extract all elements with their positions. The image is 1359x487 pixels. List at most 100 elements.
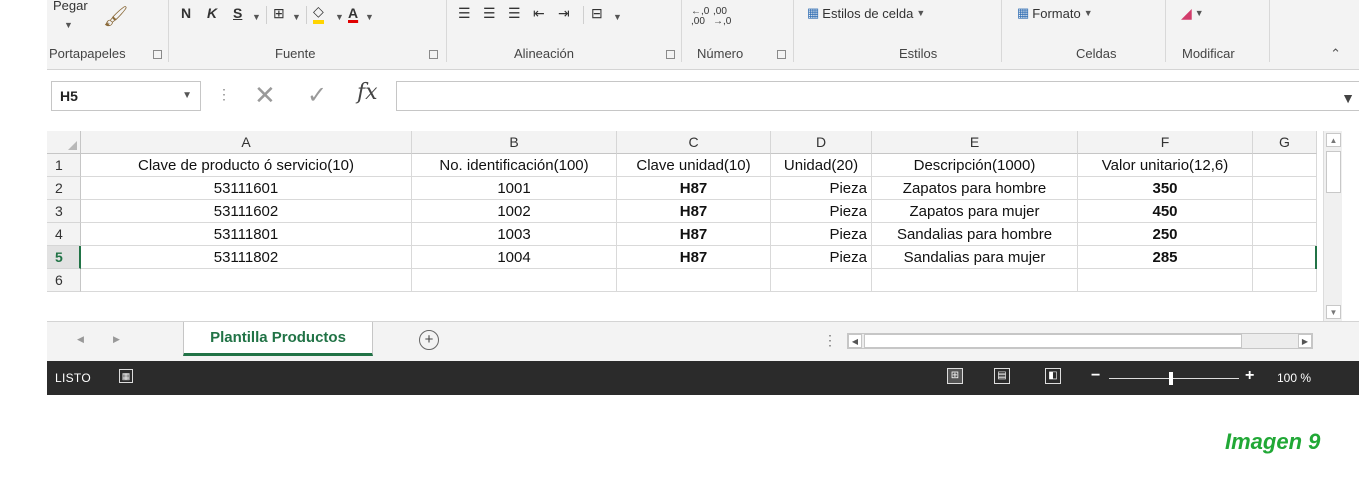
worksheet-grid[interactable]: A B C D E F G 1 Clave de producto ó servicio(10)…	[47, 131, 1317, 321]
cell-e3[interactable]: Zapatos para mujer	[872, 200, 1078, 223]
fill-color-dropdown-icon[interactable]: ▼	[335, 6, 344, 28]
cell-c5[interactable]: H87	[617, 246, 771, 269]
merge-dropdown-icon[interactable]: ▼	[613, 6, 622, 28]
borders-icon[interactable]: ⊞	[273, 2, 285, 24]
cell-a1[interactable]: Clave de producto ó servicio(10)	[81, 154, 412, 177]
cell-e1[interactable]: Descripción(1000)	[872, 154, 1078, 177]
row-header-3[interactable]: 3	[47, 200, 81, 223]
cell-d4[interactable]: Pieza	[771, 223, 872, 246]
increase-indent-icon[interactable]: ⇥	[558, 2, 570, 24]
number-launcher-icon[interactable]	[777, 50, 786, 59]
select-all-corner[interactable]	[47, 131, 81, 154]
page-break-view-icon[interactable]: ◧	[1045, 368, 1061, 384]
align-right-icon[interactable]: ☰	[508, 2, 521, 24]
row-header-6[interactable]: 6	[47, 269, 81, 292]
cell-e6[interactable]	[872, 269, 1078, 292]
cell-f5[interactable]: 285	[1078, 246, 1253, 269]
cell-g3[interactable]	[1253, 200, 1317, 223]
cell-e2[interactable]: Zapatos para hombre	[872, 177, 1078, 200]
alignment-launcher-icon[interactable]	[666, 50, 675, 59]
cell-f4[interactable]: 250	[1078, 223, 1253, 246]
bold-button[interactable]: N	[181, 2, 191, 24]
sheet-tab-plantilla-productos[interactable]: Plantilla Productos	[183, 322, 373, 356]
column-header-b[interactable]: B	[412, 131, 617, 154]
cell-f6[interactable]	[1078, 269, 1253, 292]
tab-split-handle-icon[interactable]: ⋮	[823, 332, 837, 349]
font-launcher-icon[interactable]	[429, 50, 438, 59]
vertical-scroll-thumb[interactable]	[1326, 151, 1341, 193]
zoom-out-icon[interactable]: −	[1091, 367, 1100, 385]
macro-record-icon[interactable]: ▦	[119, 369, 133, 383]
cell-b1[interactable]: No. identificación(100)	[412, 154, 617, 177]
cell-a6[interactable]	[81, 269, 412, 292]
zoom-level[interactable]: 100 %	[1277, 371, 1311, 385]
scroll-up-icon[interactable]: ▲	[1326, 133, 1341, 147]
zoom-slider[interactable]	[1109, 378, 1239, 379]
cell-d5[interactable]: Pieza	[771, 246, 872, 269]
format-button[interactable]: ▦ Formato ▼	[1017, 2, 1093, 24]
expand-formula-bar-icon[interactable]: ▼	[1341, 90, 1355, 106]
vertical-scrollbar[interactable]: ▲ ▼	[1323, 131, 1342, 321]
next-sheet-icon[interactable]: ▶	[113, 334, 120, 345]
cell-styles-button[interactable]: ▦ Estilos de celda ▼	[807, 2, 925, 24]
formula-bar-handle-icon[interactable]: ⋮	[217, 86, 231, 103]
clear-icon[interactable]: ◢ ▼	[1181, 2, 1204, 24]
confirm-entry-icon[interactable]: ✓	[307, 81, 327, 110]
align-center-icon[interactable]: ☰	[483, 2, 496, 24]
cell-c2[interactable]: H87	[617, 177, 771, 200]
add-sheet-button[interactable]: +	[419, 330, 439, 350]
row-header-5[interactable]: 5	[47, 246, 81, 269]
formula-input[interactable]: ▼	[396, 81, 1359, 111]
cell-b6[interactable]	[412, 269, 617, 292]
name-box[interactable]: H5 ▼	[51, 81, 201, 111]
row-header-1[interactable]: 1	[47, 154, 81, 177]
row-header-4[interactable]: 4	[47, 223, 81, 246]
align-left-icon[interactable]: ☰	[458, 2, 471, 24]
fill-color-icon[interactable]: ◇	[313, 2, 324, 24]
column-header-g[interactable]: G	[1253, 131, 1317, 154]
cell-f1[interactable]: Valor unitario(12,6)	[1078, 154, 1253, 177]
cell-c1[interactable]: Clave unidad(10)	[617, 154, 771, 177]
cell-b4[interactable]: 1003	[412, 223, 617, 246]
column-header-c[interactable]: C	[617, 131, 771, 154]
decrease-indent-icon[interactable]: ⇤	[533, 2, 545, 24]
paste-button[interactable]: Pegar	[53, 0, 88, 13]
zoom-slider-thumb[interactable]	[1169, 372, 1173, 385]
cell-f2[interactable]: 350	[1078, 177, 1253, 200]
cell-d2[interactable]: Pieza	[771, 177, 872, 200]
italic-button[interactable]: K	[207, 2, 217, 24]
scroll-down-icon[interactable]: ▼	[1326, 305, 1341, 319]
scroll-right-icon[interactable]: ▶	[1298, 334, 1312, 348]
prev-sheet-icon[interactable]: ◀	[77, 334, 84, 345]
cell-b5[interactable]: 1004	[412, 246, 617, 269]
cell-e5[interactable]: Sandalias para mujer	[872, 246, 1078, 269]
increase-decimals-icon[interactable]: ←,0,00	[691, 6, 709, 28]
scroll-left-icon[interactable]: ◀	[848, 334, 862, 348]
underline-button[interactable]: S	[233, 2, 242, 24]
cell-c4[interactable]: H87	[617, 223, 771, 246]
cell-g2[interactable]	[1253, 177, 1317, 200]
font-color-icon[interactable]: A	[348, 2, 358, 24]
collapse-ribbon-icon[interactable]: ⌃	[1330, 46, 1341, 62]
insert-function-icon[interactable]: fx	[357, 80, 378, 105]
cell-c3[interactable]: H87	[617, 200, 771, 223]
paste-dropdown-icon[interactable]: ▼	[64, 20, 73, 30]
decrease-decimals-icon[interactable]: ,00 →,0	[713, 6, 731, 28]
underline-dropdown-icon[interactable]: ▼	[252, 6, 261, 28]
font-color-dropdown-icon[interactable]: ▼	[365, 6, 374, 28]
cell-a3[interactable]: 53111602	[81, 200, 412, 223]
row-header-2[interactable]: 2	[47, 177, 81, 200]
horizontal-scrollbar[interactable]: ◀ ▶	[847, 333, 1313, 349]
clipboard-launcher-icon[interactable]	[153, 50, 162, 59]
cell-a2[interactable]: 53111601	[81, 177, 412, 200]
borders-dropdown-icon[interactable]: ▼	[292, 6, 301, 28]
column-header-a[interactable]: A	[81, 131, 412, 154]
cell-d3[interactable]: Pieza	[771, 200, 872, 223]
cell-g5[interactable]	[1253, 246, 1317, 269]
zoom-in-icon[interactable]: +	[1245, 367, 1254, 385]
name-box-dropdown-icon[interactable]: ▼	[182, 90, 192, 101]
column-header-e[interactable]: E	[872, 131, 1078, 154]
merge-center-icon[interactable]: ⊟	[591, 2, 603, 24]
normal-view-icon[interactable]: ⊞	[947, 368, 963, 384]
format-painter-icon[interactable]: 🖌	[103, 4, 128, 29]
